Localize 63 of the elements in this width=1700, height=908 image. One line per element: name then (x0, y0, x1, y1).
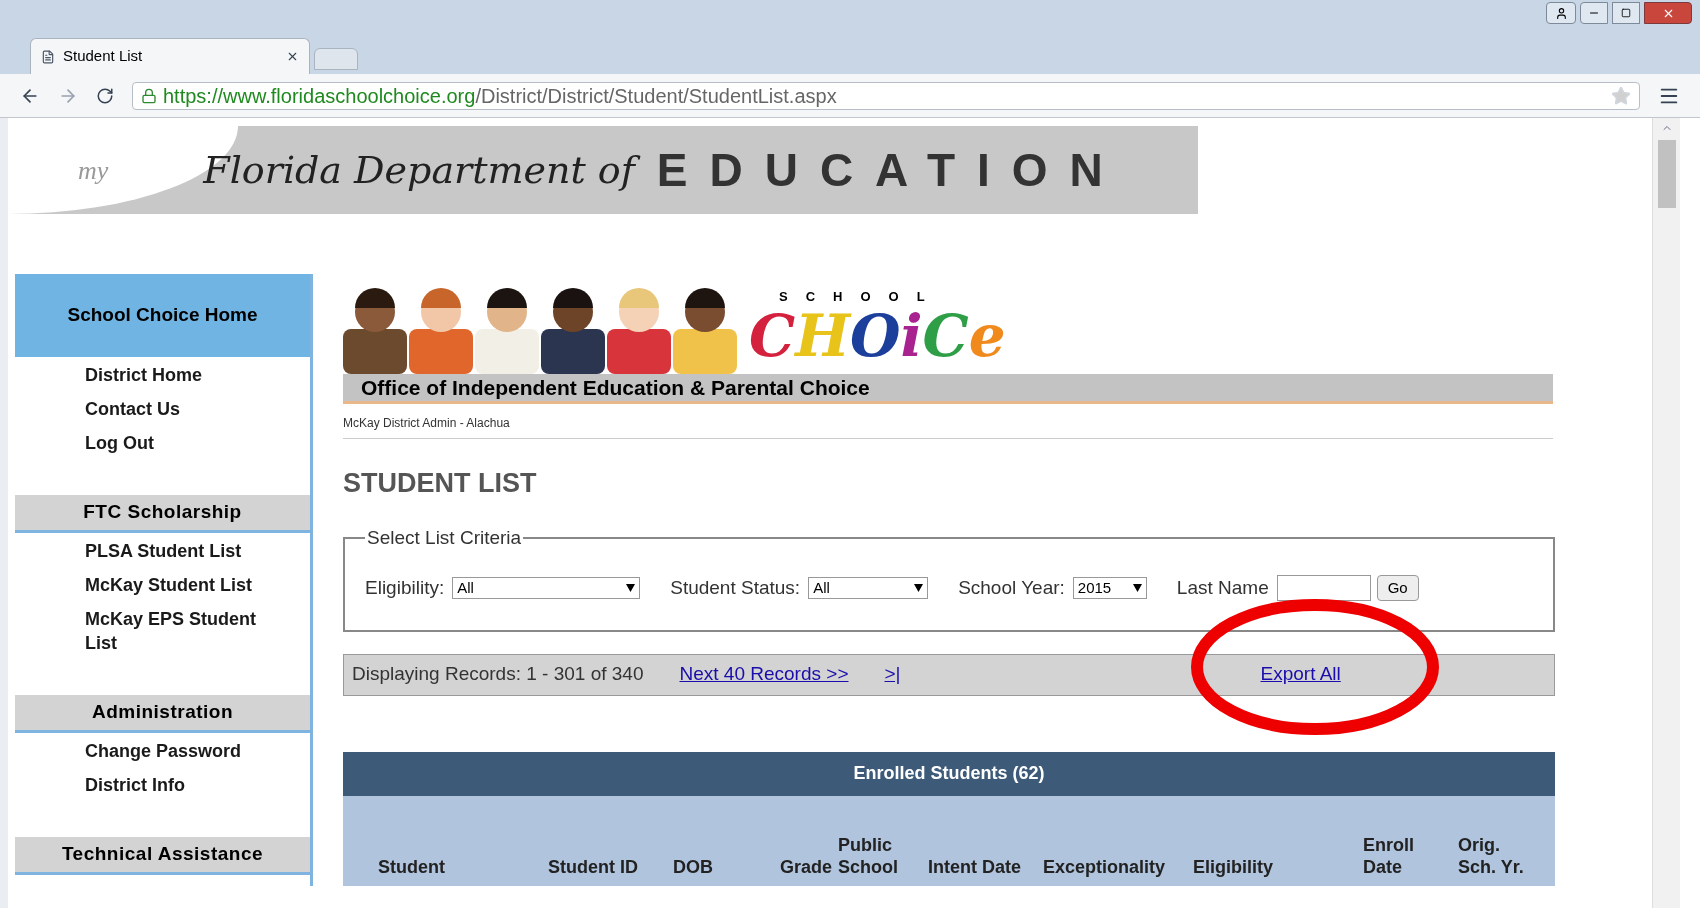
lock-icon (141, 87, 157, 104)
go-button[interactable]: Go (1376, 575, 1419, 602)
sidebar-link[interactable]: McKay Student List (85, 573, 265, 597)
year-select[interactable]: 2015 (1072, 577, 1147, 600)
scrollbar-thumb[interactable] (1657, 140, 1676, 208)
school-choice-logo: CHOiCe (749, 306, 1006, 366)
page-title: STUDENT LIST (343, 467, 538, 500)
tab-title: Student List (63, 46, 144, 67)
office-title: Office of Independent Education & Parental Choice (361, 374, 870, 401)
column-header[interactable]: Student (378, 855, 548, 878)
records-count: Displaying Records: 1 - 301 of 340 (352, 662, 644, 687)
sidebar-heading[interactable]: FTC Scholarship (15, 495, 310, 533)
script-title: Florida Department of (203, 142, 645, 198)
eligibility-select[interactable]: All (452, 577, 641, 600)
column-header[interactable]: Intent Date (928, 855, 1043, 878)
field-label: Student Status: (670, 576, 801, 600)
field-label: Eligibility: (365, 576, 445, 600)
table-title: Enrolled Students (62) (853, 762, 1045, 785)
user-icon (1554, 6, 1568, 20)
criteria-legend: Select List Criteria (365, 523, 524, 552)
sidebar-heading[interactable]: School Choice Home (15, 274, 310, 357)
reload-icon[interactable] (96, 86, 114, 105)
sidebar-link[interactable]: Change Password (85, 739, 265, 763)
column-header[interactable]: DOB (673, 855, 753, 878)
last-name-field[interactable] (1276, 575, 1371, 602)
dropdown-arrow-icon (1132, 584, 1142, 593)
user-button[interactable] (1546, 2, 1576, 24)
logo-text: my (78, 154, 109, 187)
page-icon (41, 49, 55, 64)
user-role-text: McKay District Admin - Alachua (343, 414, 1553, 439)
column-header[interactable]: Enroll Date (1363, 833, 1458, 878)
browser-tab[interactable]: Student List (30, 38, 310, 74)
logo-subtitle: SCHOOL (779, 287, 943, 306)
sidebar-heading[interactable]: Administration (15, 695, 310, 733)
last-page-link[interactable]: >| (884, 660, 901, 689)
bookmark-star-icon[interactable] (1611, 85, 1631, 106)
maximize-button[interactable] (1612, 2, 1640, 24)
column-header[interactable]: Orig. Sch. Yr. (1458, 833, 1538, 878)
close-window-button[interactable] (1644, 2, 1692, 24)
sidebar-link[interactable]: Contact Us (85, 397, 265, 421)
field-label: School Year: (958, 576, 1065, 600)
sidebar-heading[interactable]: Technical Assistance (15, 837, 310, 875)
sidebar-link[interactable]: District Home (85, 363, 265, 387)
column-header[interactable]: Eligibility (1193, 855, 1363, 878)
status-select[interactable]: All (808, 577, 929, 600)
dropdown-arrow-icon (914, 584, 924, 593)
url-text: https://www.floridaschoolchoice.org/District/District/Student/StudentList.aspx (163, 83, 837, 109)
field-label: Last Name (1176, 576, 1269, 600)
column-header[interactable]: Exceptionality (1043, 855, 1193, 878)
close-tab-icon[interactable] (286, 50, 299, 63)
sidebar-link[interactable]: Log Out (85, 431, 265, 455)
next-records-link[interactable]: Next 40 Records >> (679, 660, 849, 689)
column-header[interactable]: Public School (838, 833, 928, 878)
sidebar-link[interactable]: PLSA Student List (85, 539, 265, 563)
export-all-link[interactable]: Export All (1260, 660, 1341, 689)
sidebar-link[interactable]: McKay EPS Student List (85, 607, 265, 655)
sidebar-link[interactable]: District Info (85, 773, 265, 797)
column-header[interactable]: Student ID (548, 855, 673, 878)
dropdown-arrow-icon (626, 584, 636, 593)
header-title: EDUCATION (656, 142, 1125, 198)
address-bar[interactable]: https://www.floridaschoolchoice.org/District/District/Student/StudentList.aspx (132, 81, 1640, 110)
column-header[interactable]: Grade (753, 855, 838, 878)
maximize-icon (1621, 8, 1631, 18)
